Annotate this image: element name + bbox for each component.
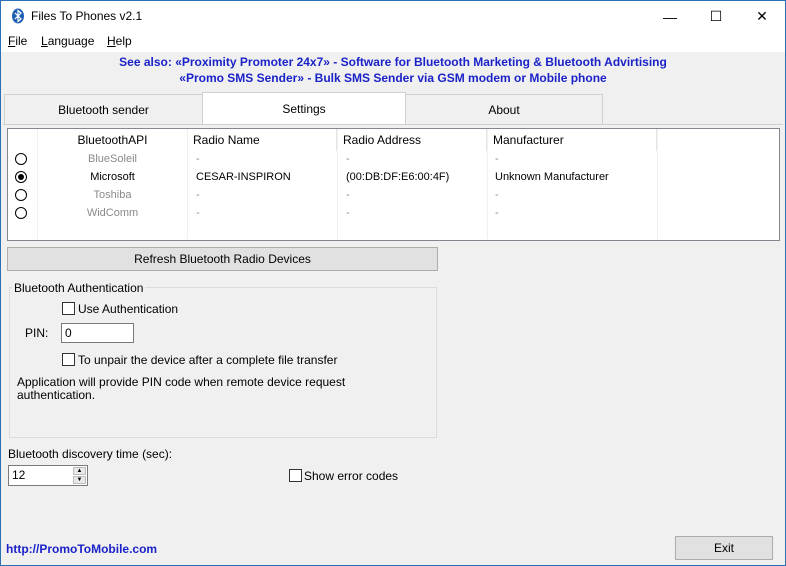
minimize-button[interactable]: — xyxy=(647,1,693,32)
table-row[interactable]: BlueSoleil - - - xyxy=(8,150,778,168)
show-error-codes-checkbox[interactable] xyxy=(289,469,302,482)
tab-label: Bluetooth sender xyxy=(58,103,149,117)
column-header-radio-address[interactable]: Radio Address xyxy=(338,129,487,151)
spin-down-icon[interactable]: ▼ xyxy=(73,476,86,484)
close-icon: ✕ xyxy=(756,8,768,24)
cell-radio-address: - xyxy=(346,153,350,165)
cell-radio-name: - xyxy=(196,153,200,165)
bluetooth-radio-list[interactable]: BluetoothAPI Radio Name Radio Address Ma… xyxy=(7,128,780,241)
menu-help[interactable]: Help xyxy=(107,34,132,48)
close-button[interactable]: ✕ xyxy=(739,1,785,32)
maximize-button[interactable]: ☐ xyxy=(693,1,739,32)
cell-radio-address: - xyxy=(346,207,350,219)
menu-file[interactable]: File xyxy=(8,34,27,48)
discovery-time-label: Bluetooth discovery time (sec): xyxy=(8,447,173,461)
see-also-banner: See also: «Proximity Promoter 24x7» - So… xyxy=(1,54,785,86)
see-also-line-2[interactable]: «Promo SMS Sender» - Bulk SMS Sender via… xyxy=(1,70,785,86)
use-authentication-checkbox[interactable] xyxy=(62,302,75,315)
cell-radio-name: - xyxy=(196,189,200,201)
cell-api: Toshiba xyxy=(93,189,132,201)
cell-manufacturer: - xyxy=(495,207,499,219)
auth-note-line-2: authentication. xyxy=(17,388,96,402)
table-row[interactable]: Microsoft CESAR-INSPIRON (00:DB:DF:E6:00… xyxy=(8,168,778,186)
refresh-radios-button[interactable]: Refresh Bluetooth Radio Devices xyxy=(7,247,438,271)
cell-radio-address: - xyxy=(346,189,350,201)
column-header-api[interactable]: BluetoothAPI xyxy=(38,129,188,151)
app-window: Files To Phones v2.1 — ☐ ✕ File Language… xyxy=(0,0,786,566)
tab-label: About xyxy=(488,103,520,117)
cell-radio-address: (00:DB:DF:E6:00:4F) xyxy=(346,171,450,183)
cell-api: BlueSoleil xyxy=(88,153,137,165)
auth-group-label: Bluetooth Authentication xyxy=(12,281,146,295)
menu-bar: File Language Help xyxy=(1,32,785,52)
unpair-checkbox[interactable] xyxy=(62,353,75,366)
exit-button[interactable]: Exit xyxy=(675,536,773,560)
column-header-manufacturer[interactable]: Manufacturer xyxy=(488,129,657,151)
tab-about[interactable]: About xyxy=(405,94,603,126)
website-link[interactable]: http://PromoToMobile.com xyxy=(6,542,157,556)
column-header-radio-name[interactable]: Radio Name xyxy=(188,129,337,151)
radio-button[interactable] xyxy=(15,153,27,165)
discovery-time-value: 12 xyxy=(12,468,26,482)
cell-manufacturer: - xyxy=(495,153,499,165)
pin-input[interactable]: 0 xyxy=(61,323,134,343)
cell-radio-name: CESAR-INSPIRON xyxy=(196,171,291,183)
title-bar[interactable]: Files To Phones v2.1 — ☐ ✕ xyxy=(1,1,785,32)
minimize-icon: — xyxy=(663,8,677,25)
cell-api: WidComm xyxy=(86,207,139,219)
cell-manufacturer: - xyxy=(495,189,499,201)
unpair-label[interactable]: To unpair the device after a complete fi… xyxy=(78,353,337,367)
discovery-time-spinbox[interactable]: 12 ▲ ▼ xyxy=(8,465,88,486)
show-error-codes-label[interactable]: Show error codes xyxy=(304,469,398,483)
table-row[interactable]: WidComm - - - xyxy=(8,204,778,222)
table-row[interactable]: Toshiba - - - xyxy=(8,186,778,204)
pin-label: PIN: xyxy=(25,326,49,340)
window-title: Files To Phones v2.1 xyxy=(31,9,143,23)
menu-language[interactable]: Language xyxy=(41,34,94,48)
cell-radio-name: - xyxy=(196,207,200,219)
see-also-line-1[interactable]: See also: «Proximity Promoter 24x7» - So… xyxy=(1,54,785,70)
bluetooth-icon xyxy=(12,8,24,24)
auth-note-line-1: Application will provide PIN code when r… xyxy=(17,375,346,389)
cell-api: Microsoft xyxy=(90,171,135,183)
radio-button[interactable] xyxy=(15,189,27,201)
tab-settings[interactable]: Settings xyxy=(202,92,406,125)
tab-bluetooth-sender[interactable]: Bluetooth sender xyxy=(4,94,203,126)
radio-button[interactable] xyxy=(15,207,27,219)
column-header-select xyxy=(8,129,38,151)
use-authentication-label[interactable]: Use Authentication xyxy=(78,302,178,316)
cell-manufacturer: Unknown Manufacturer xyxy=(495,171,609,183)
maximize-icon: ☐ xyxy=(709,8,723,24)
tab-label: Settings xyxy=(282,102,326,116)
radio-button-selected[interactable] xyxy=(15,171,27,183)
spin-up-icon[interactable]: ▲ xyxy=(73,467,86,475)
